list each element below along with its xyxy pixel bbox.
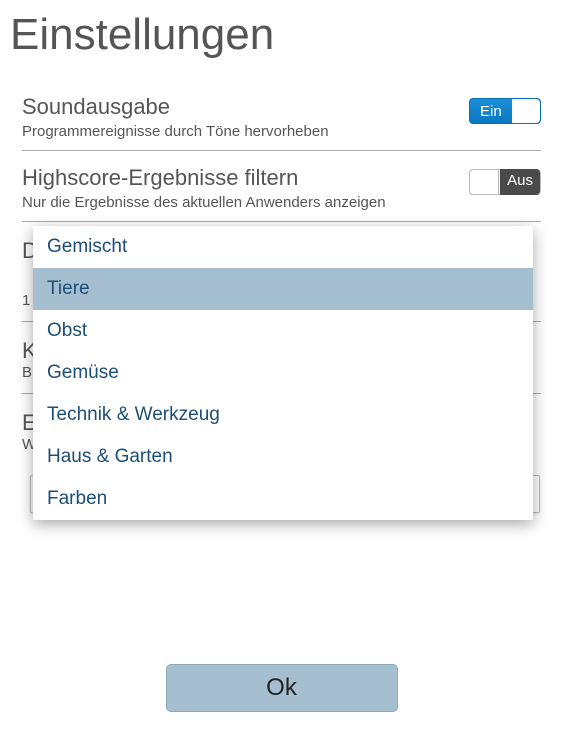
toggle-highscore-knob [469, 169, 499, 195]
dropdown-option-5[interactable]: Haus & Garten [33, 436, 533, 478]
category-dropdown: GemischtTiereObstGemüseTechnik & Werkzeu… [33, 226, 533, 520]
page-title: Einstellungen [0, 0, 563, 80]
setting-sound-title: Soundausgabe [22, 94, 541, 120]
ok-button[interactable]: Ok [166, 664, 398, 712]
toggle-sound-label: Ein [470, 103, 502, 120]
dropdown-option-1[interactable]: Tiere [33, 268, 533, 310]
dropdown-option-2[interactable]: Obst [33, 310, 533, 352]
toggle-highscore-label: Aus [500, 169, 540, 195]
dropdown-option-4[interactable]: Technik & Werkzeug [33, 394, 533, 436]
setting-sound: Soundausgabe Programmereignisse durch Tö… [22, 80, 541, 151]
setting-highscore: Highscore-Ergebnisse filtern Nur die Erg… [22, 151, 541, 222]
dropdown-option-3[interactable]: Gemüse [33, 352, 533, 394]
toggle-sound-knob [512, 99, 540, 123]
toggle-sound[interactable]: Ein [469, 98, 541, 124]
setting-highscore-subtitle: Nur die Ergebnisse des aktuellen Anwende… [22, 194, 541, 211]
setting-sound-subtitle: Programmereignisse durch Töne hervorhebe… [22, 123, 541, 140]
toggle-highscore[interactable]: Aus [469, 169, 541, 195]
setting-highscore-title: Highscore-Ergebnisse filtern [22, 165, 541, 191]
dropdown-option-6[interactable]: Farben [33, 478, 533, 520]
dropdown-option-0[interactable]: Gemischt [33, 226, 533, 268]
